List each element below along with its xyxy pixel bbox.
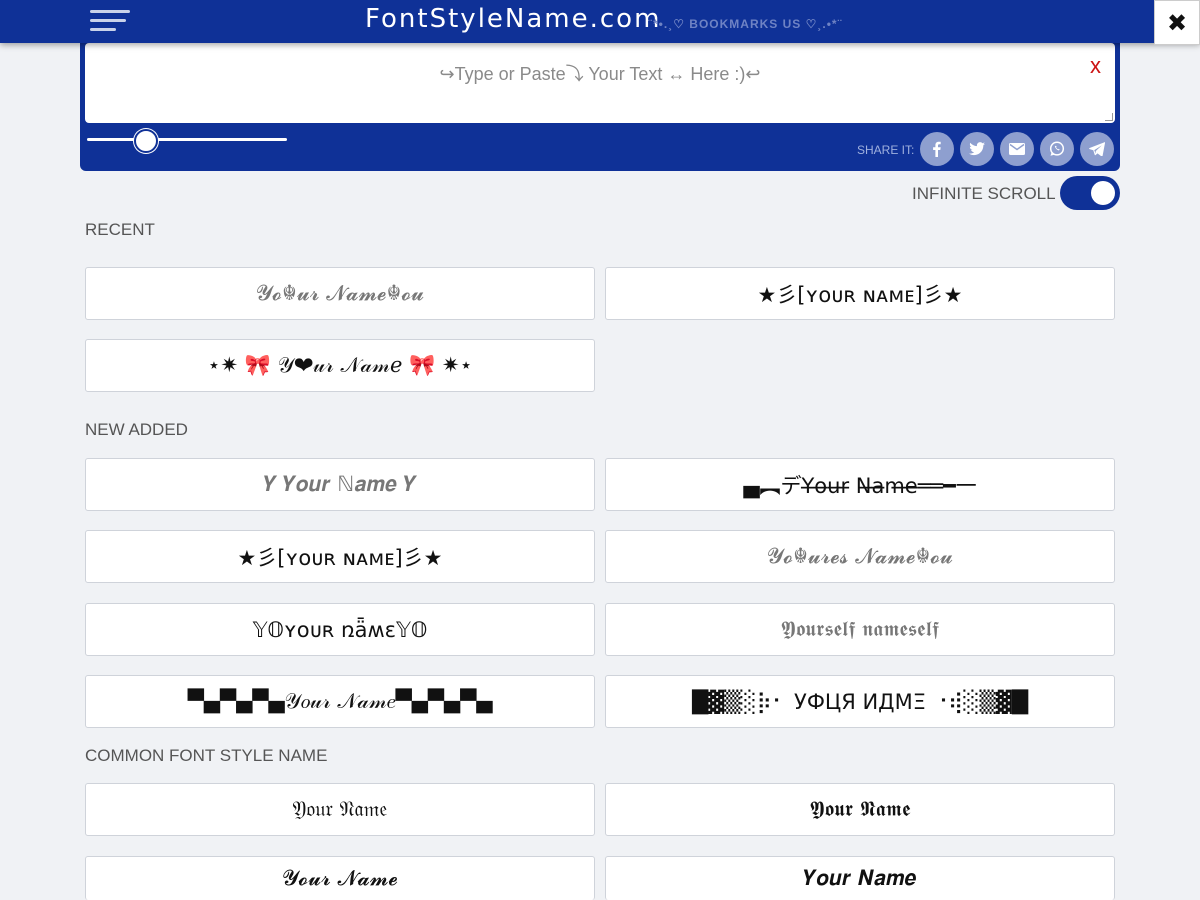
toggle-knob (1091, 181, 1115, 205)
twitter-icon (969, 142, 985, 156)
facebook-share-button[interactable] (920, 132, 954, 166)
top-nav-bar: FontStyleName.com ¨*•.¸♡ BOOKMARKS US ♡¸… (0, 0, 1200, 43)
editor-panel: ↪Type or Paste⤵ Your Text ↔ Here :)↩ x S… (80, 38, 1120, 171)
email-share-button[interactable] (1000, 132, 1034, 166)
section-title-new-added: NEW ADDED (85, 420, 188, 439)
whatsapp-share-button[interactable] (1040, 132, 1074, 166)
font-style-card[interactable]: ▄︻デY̶o̶u̶r̶ N̶a̶m̶e̶══━一 (605, 458, 1115, 511)
font-style-card[interactable]: 𝒀𝒐𝒖𝒓 𝑵𝒂𝒎𝒆 (605, 856, 1115, 900)
telegram-share-button[interactable] (1080, 132, 1114, 166)
whatsapp-icon (1049, 141, 1065, 156)
text-input-placeholder: ↪Type or Paste⤵ Your Text ↔ Here :)↩ (439, 64, 761, 84)
menu-line (90, 10, 130, 13)
site-logo[interactable]: FontStyleName.com (365, 4, 661, 34)
text-input[interactable]: ↪Type or Paste⤵ Your Text ↔ Here :)↩ x (85, 43, 1115, 123)
close-x-icon[interactable]: ✖ (1154, 0, 1200, 45)
font-style-card[interactable]: 𝕐𝕆ʏᴏᴜʀ ռǟʍɛ𝕐𝕆 (85, 603, 595, 656)
email-icon (1009, 143, 1025, 155)
font-size-slider-thumb[interactable] (134, 129, 158, 153)
font-style-card[interactable]: 𝓨𝓸𝓾𝓻 𝓝𝓪𝓶𝓮 (85, 856, 595, 900)
clear-button[interactable]: x (1090, 53, 1101, 79)
section-title-recent: RECENT (85, 220, 155, 239)
infinite-scroll-toggle[interactable] (1060, 176, 1120, 210)
font-size-slider-track[interactable] (87, 138, 287, 141)
infinite-scroll-label: INFINITE SCROLL (912, 184, 1056, 203)
font-style-card[interactable]: ★彡[ʏᴏᴜʀ ɴᴀᴍᴇ]彡★ (85, 530, 595, 583)
menu-line (90, 28, 116, 31)
font-style-card[interactable]: ▀▄▀▄▀▄𝒴𝑜𝓊𝓇 𝒩𝒶𝓂𝑒▀▄▀▄▀▄ (85, 675, 595, 728)
resize-handle[interactable] (1105, 113, 1113, 121)
twitter-share-button[interactable] (960, 132, 994, 166)
font-style-card[interactable]: 𝒀 𝒀𝒐𝒖𝒓 ℕ𝒂𝒎𝒆 𝒀 (85, 458, 595, 511)
font-style-card[interactable]: 𝖄𝖔𝖚𝖗𝖘𝖊𝖑𝖋 𝖓𝖆𝖒𝖊𝖘𝖊𝖑𝖋 (605, 603, 1115, 656)
font-style-card[interactable]: ★彡[ʏᴏᴜʀ ɴᴀᴍᴇ]彡★ (605, 267, 1115, 320)
hamburger-menu-icon[interactable] (90, 8, 132, 36)
telegram-icon (1089, 142, 1105, 156)
font-style-card[interactable]: ⋆✷ 🎀 𝒴❤𝓊𝓇 𝒩𝒶𝓂𝑒 🎀 ✷⋆ (85, 339, 595, 392)
share-label: SHARE IT: (857, 143, 915, 157)
bookmark-link[interactable]: ¨*•.¸♡ BOOKMARKS US ♡¸.•*¨ (648, 17, 843, 31)
font-style-card[interactable]: 𝔜𝔬𝔲𝔯 𝔑𝔞𝔪𝔢 (85, 783, 595, 836)
facebook-icon (933, 141, 941, 157)
font-style-card[interactable]: █▓▒░⡷⠂ УФЦЯ ИДМΞ ⠐⢾░▒▓█ (605, 675, 1115, 728)
font-style-card[interactable]: 𝖄𝖔𝖚𝖗 𝕹𝖆𝖒𝖊 (605, 783, 1115, 836)
menu-line (90, 19, 126, 22)
font-style-card[interactable]: 𝓨𝓸☬𝓾𝓻 𝓝𝓪𝓶𝓮☬𝓸𝓾 (85, 267, 595, 320)
section-title-common: COMMON FONT STYLE NAME (85, 746, 328, 765)
font-style-card[interactable]: 𝓨𝓸☬𝓾𝓻𝓮𝓼 𝓝𝓪𝓶𝓮☬𝓸𝓾 (605, 530, 1115, 583)
